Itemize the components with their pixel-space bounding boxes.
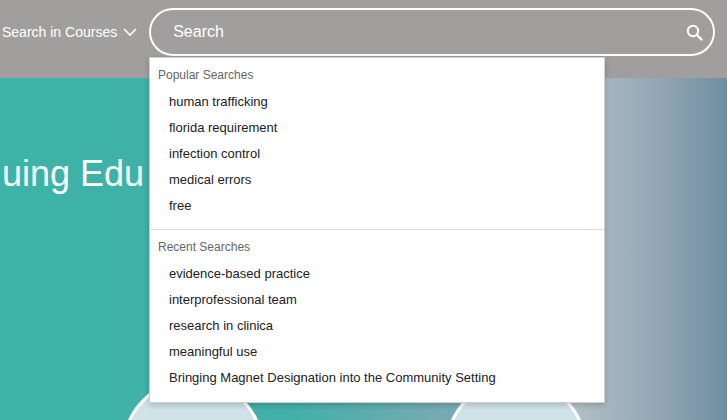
suggestion-item[interactable]: research in clinica bbox=[150, 313, 604, 339]
search-suggestions: Popular Searches human traffickingflorid… bbox=[149, 57, 605, 403]
search-scope-label: Search in Courses bbox=[2, 24, 117, 40]
suggestion-item[interactable]: meaningful use bbox=[150, 339, 604, 365]
section-title: Recent Searches bbox=[150, 240, 604, 261]
divider bbox=[150, 229, 604, 230]
suggestion-item[interactable]: human trafficking bbox=[150, 89, 604, 115]
suggestion-item[interactable]: interprofessional team bbox=[150, 287, 604, 313]
search-scope-dropdown[interactable]: Search in Courses bbox=[0, 8, 149, 56]
suggestion-item[interactable]: florida requirement bbox=[150, 115, 604, 141]
suggestion-item[interactable]: evidence-based practice bbox=[150, 261, 604, 287]
search-field[interactable] bbox=[149, 8, 715, 56]
suggestion-item[interactable]: free bbox=[150, 193, 604, 219]
page: Search in Courses uing Edu Popular Searc… bbox=[0, 0, 727, 420]
magnifier-icon[interactable] bbox=[686, 24, 703, 41]
suggestion-item[interactable]: Bringing Magnet Designation into the Com… bbox=[150, 365, 604, 391]
suggestion-section: Popular Searches human traffickingflorid… bbox=[150, 58, 604, 229]
suggestion-item[interactable]: medical errors bbox=[150, 167, 604, 193]
section-title: Popular Searches bbox=[150, 68, 604, 89]
chevron-down-icon bbox=[123, 28, 137, 37]
suggestion-item[interactable]: infection control bbox=[150, 141, 604, 167]
search-input[interactable] bbox=[171, 22, 678, 42]
suggestion-section: Recent Searches evidence-based practicei… bbox=[150, 230, 604, 391]
